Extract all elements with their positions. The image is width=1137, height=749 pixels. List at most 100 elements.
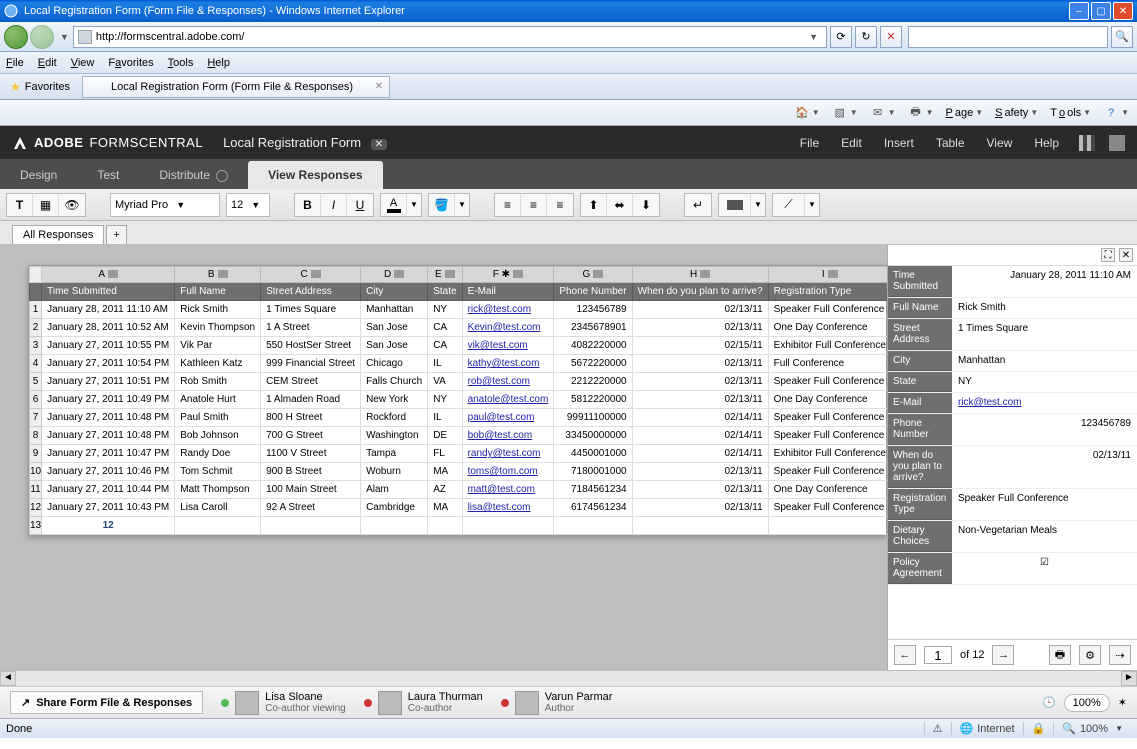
- horizontal-scrollbar[interactable]: ◄►: [0, 670, 1137, 686]
- field-header[interactable]: Registration Type: [768, 283, 887, 301]
- email-link[interactable]: vik@test.com: [468, 340, 528, 351]
- fill-color-dropdown[interactable]: ▼: [455, 194, 469, 216]
- table-row[interactable]: 5 January 27, 2011 10:51 PMRob SmithCEM …: [30, 373, 888, 391]
- app-menu-edit[interactable]: Edit: [841, 136, 862, 150]
- cell-format-dropdown[interactable]: ▼: [751, 194, 765, 216]
- detail-prev-button[interactable]: ←: [894, 645, 916, 665]
- align-right-button[interactable]: ≡: [547, 194, 573, 216]
- back-button[interactable]: [4, 25, 28, 49]
- url-input[interactable]: [96, 31, 805, 43]
- email-link[interactable]: Kevin@test.com: [468, 322, 541, 333]
- favorites-button[interactable]: ★ Favorites: [4, 78, 76, 96]
- menu-tools[interactable]: Tools: [168, 57, 194, 69]
- align-center-button[interactable]: ≡: [521, 194, 547, 216]
- tab-distribute[interactable]: Distribute: [139, 161, 248, 189]
- font-size-dropdown[interactable]: 12▼: [226, 193, 270, 217]
- field-header[interactable]: Time Submitted: [42, 283, 175, 301]
- search-input[interactable]: [908, 26, 1108, 48]
- apps-icon[interactable]: [1079, 135, 1095, 151]
- user-icon[interactable]: [1109, 135, 1125, 151]
- table-mode-button[interactable]: ▦: [33, 194, 59, 216]
- text-color-dropdown[interactable]: ▼: [407, 194, 421, 216]
- valign-middle-button[interactable]: ⬌: [607, 194, 633, 216]
- field-header[interactable]: When do you plan to arrive?: [632, 283, 768, 301]
- detail-expand-button[interactable]: ⛶: [1101, 248, 1115, 262]
- compat-view-button[interactable]: ⟳: [830, 26, 852, 48]
- email-link[interactable]: rick@test.com: [468, 304, 532, 315]
- table-row[interactable]: 12 January 27, 2011 10:43 PMLisa Caroll9…: [30, 499, 888, 517]
- email-link[interactable]: kathy@test.com: [468, 358, 540, 369]
- tab-view-responses[interactable]: View Responses: [248, 161, 383, 189]
- menu-favorites[interactable]: Favorites: [108, 57, 153, 69]
- detail-settings-button[interactable]: ⚙: [1079, 645, 1101, 665]
- column-header[interactable]: F ✱: [462, 267, 554, 283]
- tab-design[interactable]: Design: [0, 161, 77, 189]
- history-icon[interactable]: 🕒: [1042, 696, 1056, 709]
- url-dropdown-icon[interactable]: ▼: [809, 32, 818, 42]
- preview-button[interactable]: 👁: [59, 194, 85, 216]
- table-row[interactable]: 7 January 27, 2011 10:48 PMPaul Smith800…: [30, 409, 888, 427]
- tab-test[interactable]: Test: [77, 161, 139, 189]
- text-color-button[interactable]: A: [381, 194, 407, 216]
- column-header[interactable]: C: [261, 267, 361, 283]
- add-tab-button[interactable]: +: [106, 225, 126, 244]
- detail-print-button[interactable]: 🖶: [1049, 645, 1071, 665]
- collaborator[interactable]: Lisa Sloane Co-author viewing: [221, 691, 346, 715]
- column-header[interactable]: H: [632, 267, 768, 283]
- page-menu[interactable]: Page ▼: [945, 107, 983, 119]
- window-maximize-button[interactable]: ▢: [1091, 2, 1111, 20]
- wrap-text-button[interactable]: ↵: [685, 194, 711, 216]
- font-family-dropdown[interactable]: Myriad Pro▼: [110, 193, 220, 217]
- email-link[interactable]: anatole@test.com: [468, 394, 549, 405]
- zoom-level[interactable]: 100%: [1064, 694, 1110, 712]
- align-left-button[interactable]: ≡: [495, 194, 521, 216]
- column-header[interactable]: D: [361, 267, 428, 283]
- collaborator[interactable]: Laura Thurman Co-author: [364, 691, 483, 715]
- email-link[interactable]: lisa@test.com: [468, 502, 531, 513]
- field-header[interactable]: Full Name: [175, 283, 261, 301]
- table-row[interactable]: 6 January 27, 2011 10:49 PMAnatole Hurt1…: [30, 391, 888, 409]
- detail-email-link[interactable]: rick@test.com: [958, 397, 1022, 408]
- window-minimize-button[interactable]: –: [1069, 2, 1089, 20]
- cell-format-button[interactable]: [719, 194, 751, 216]
- forward-button[interactable]: [30, 25, 54, 49]
- menu-view[interactable]: View: [71, 57, 95, 69]
- share-button[interactable]: ↗ Share Form File & Responses: [10, 691, 203, 714]
- help-button[interactable]: ?▼: [1103, 105, 1129, 121]
- browser-tab[interactable]: Local Registration Form (Form File & Res…: [82, 76, 390, 98]
- valign-bottom-button[interactable]: ⬇: [633, 194, 659, 216]
- mail-button[interactable]: ✉▼: [870, 105, 896, 121]
- menu-help[interactable]: Help: [207, 57, 230, 69]
- field-header[interactable]: Phone Number: [554, 283, 632, 301]
- table-row[interactable]: 10 January 27, 2011 10:46 PMTom Schmit90…: [30, 463, 888, 481]
- email-link[interactable]: paul@test.com: [468, 412, 535, 423]
- field-header[interactable]: City: [361, 283, 428, 301]
- app-menu-help[interactable]: Help: [1034, 136, 1059, 150]
- recent-pages-dropdown[interactable]: ▼: [60, 32, 69, 42]
- field-header[interactable]: Street Address: [261, 283, 361, 301]
- underline-button[interactable]: U: [347, 194, 373, 216]
- safety-menu[interactable]: Safety ▼: [995, 107, 1038, 119]
- address-bar[interactable]: ▼: [73, 26, 827, 48]
- table-row[interactable]: 4 January 27, 2011 10:54 PMKathleen Katz…: [30, 355, 888, 373]
- zoom-status[interactable]: 🔍100%▼: [1053, 722, 1131, 735]
- window-close-button[interactable]: ✕: [1113, 2, 1133, 20]
- stop-button[interactable]: ✕: [880, 26, 902, 48]
- doc-close-button[interactable]: ✕: [371, 139, 387, 150]
- table-row[interactable]: 2 January 28, 2011 10:52 AMKevin Thompso…: [30, 319, 888, 337]
- valign-top-button[interactable]: ⬆: [581, 194, 607, 216]
- print-button[interactable]: 🖶▼: [908, 105, 934, 121]
- email-link[interactable]: randy@test.com: [468, 448, 541, 459]
- column-header[interactable]: B: [175, 267, 261, 283]
- email-link[interactable]: toms@tom.com: [468, 466, 538, 477]
- home-button[interactable]: 🏠▼: [794, 105, 820, 121]
- app-menu-insert[interactable]: Insert: [884, 136, 914, 150]
- detail-export-button[interactable]: ⇢: [1109, 645, 1131, 665]
- table-row[interactable]: 3 January 27, 2011 10:55 PMVik Par550 Ho…: [30, 337, 888, 355]
- detail-page-input[interactable]: [924, 646, 952, 664]
- bold-button[interactable]: B: [295, 194, 321, 216]
- protected-mode[interactable]: 🔒: [1023, 722, 1054, 735]
- feeds-button[interactable]: ▧▼: [832, 105, 858, 121]
- app-menu-table[interactable]: Table: [936, 136, 965, 150]
- email-link[interactable]: rob@test.com: [468, 376, 530, 387]
